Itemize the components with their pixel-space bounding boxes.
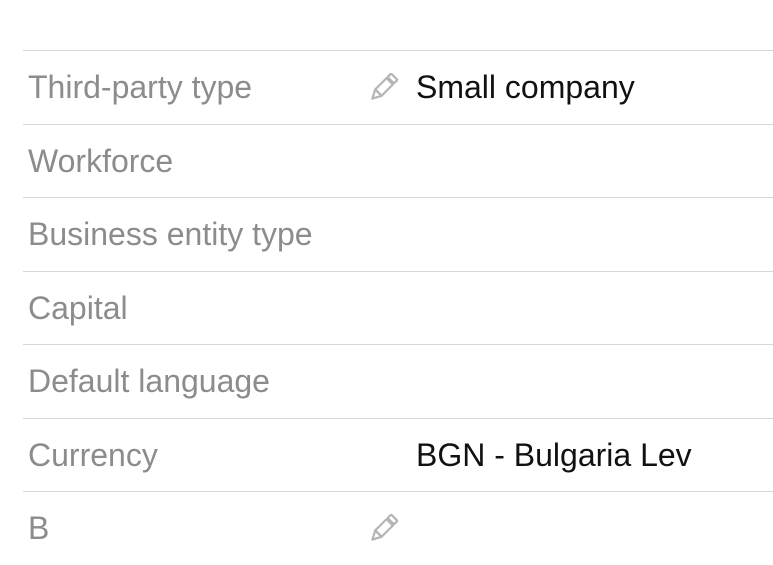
pencil-icon[interactable] xyxy=(366,512,400,546)
field-row-currency: Currency BGN - Bulgaria Lev xyxy=(23,419,773,492)
pencil-icon[interactable] xyxy=(366,71,400,105)
field-value-currency: BGN - Bulgaria Lev xyxy=(416,436,692,473)
field-label-default-language: Default language xyxy=(28,363,270,399)
third-party-fields-table: Third-party type Small company Workforce… xyxy=(23,50,773,546)
field-label-currency: Currency xyxy=(28,436,158,473)
field-row-partial: B xyxy=(23,492,773,546)
field-label-third-party-type: Third-party type xyxy=(28,69,253,105)
field-label-capital: Capital xyxy=(28,289,128,326)
field-row-third-party-type: Third-party type Small company xyxy=(23,51,773,125)
field-label-partial: B xyxy=(28,510,50,546)
field-row-workforce: Workforce xyxy=(23,125,773,198)
field-label-business-entity-type: Business entity type xyxy=(28,216,313,252)
field-label-workforce: Workforce xyxy=(28,142,174,179)
field-value-third-party-type: Small company xyxy=(416,69,635,105)
field-row-capital: Capital xyxy=(23,272,773,345)
field-row-business-entity-type: Business entity type xyxy=(23,198,773,272)
field-row-default-language: Default language xyxy=(23,345,773,419)
